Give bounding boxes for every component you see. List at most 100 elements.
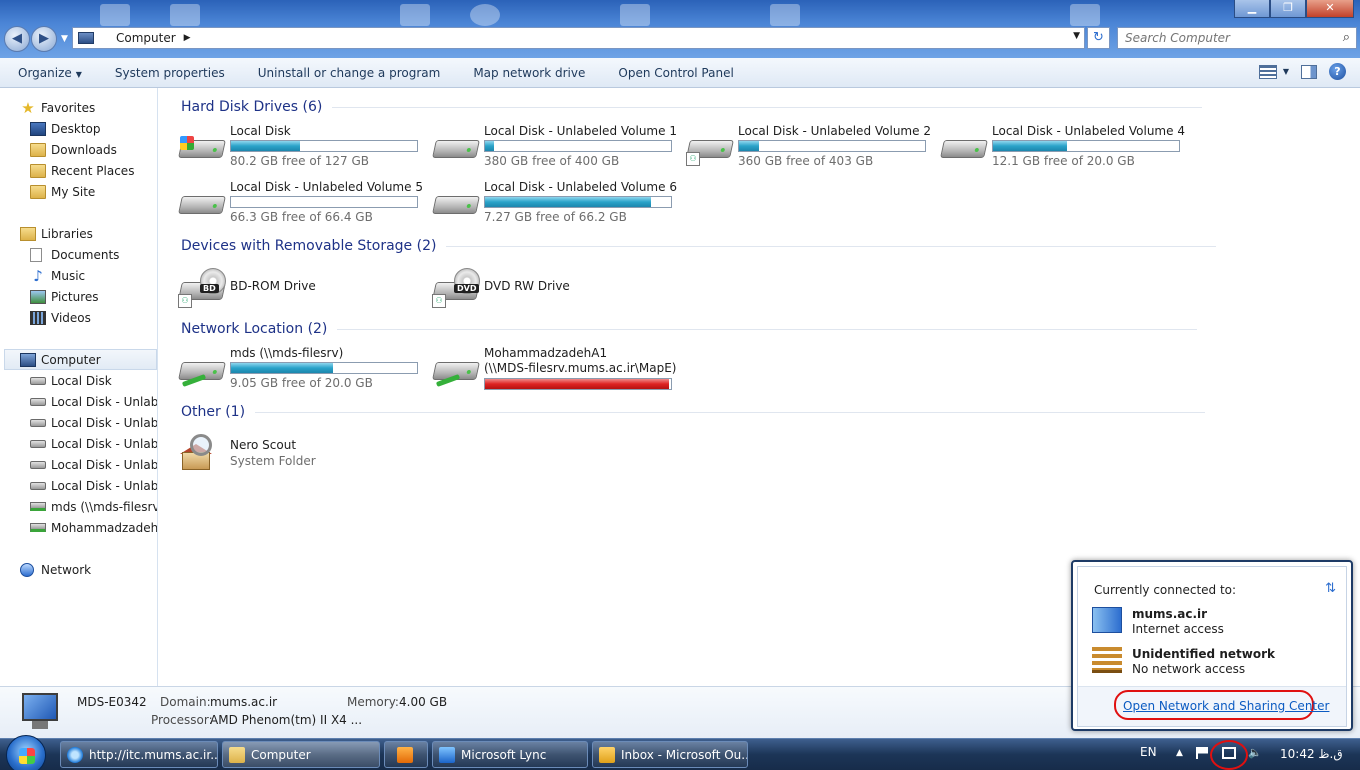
system-properties-button[interactable]: System properties bbox=[97, 66, 240, 80]
change-view-icon[interactable] bbox=[1258, 64, 1277, 79]
organize-button[interactable]: Organize ▼ bbox=[0, 66, 97, 80]
sidebar-item-drive[interactable]: Local Disk - Unlabeled bbox=[30, 412, 157, 433]
clock[interactable]: 10:42 ق.ظ bbox=[1280, 747, 1343, 761]
drive-tile[interactable]: Local Disk - Unlabeled Volume 5 66.3 GB … bbox=[178, 180, 423, 230]
network-flyout: Currently connected to: ⇅ mums.ac.ir Int… bbox=[1071, 560, 1353, 731]
windows-logo-icon bbox=[180, 136, 194, 150]
computer-icon bbox=[78, 32, 94, 44]
map-network-drive-button[interactable]: Map network drive bbox=[455, 66, 600, 80]
close-button[interactable]: ✕ bbox=[1306, 0, 1354, 18]
taskbar-item-outlook[interactable]: Inbox - Microsoft Ou... bbox=[592, 741, 748, 768]
drive-tile[interactable]: ⚇ Local Disk - Unlabeled Volume 2 360 GB… bbox=[686, 124, 931, 174]
drive-free-space: 360 GB free of 403 GB bbox=[738, 154, 874, 168]
sidebar-item-label: Network bbox=[41, 562, 92, 577]
back-button[interactable]: ◀ bbox=[4, 26, 30, 52]
sidebar-item-desktop[interactable]: Desktop bbox=[30, 118, 101, 139]
internet-explorer-icon bbox=[67, 746, 83, 763]
restore-button[interactable]: ❐ bbox=[1270, 0, 1306, 18]
action-center-flag-icon[interactable] bbox=[1196, 747, 1208, 759]
desktop-icon-behind bbox=[470, 4, 500, 26]
sidebar-item-computer[interactable]: Computer bbox=[4, 349, 157, 370]
optical-drive-tile[interactable]: BD ⚇ BD-ROM Drive bbox=[178, 266, 423, 316]
optical-drive-tile[interactable]: DVD ⚇ DVD RW Drive bbox=[432, 266, 677, 316]
sidebar-item-pictures[interactable]: Pictures bbox=[30, 286, 99, 307]
sidebar-item-network[interactable]: Network bbox=[20, 559, 91, 580]
sidebar-item-label: Pictures bbox=[51, 289, 99, 304]
window-controls: ▁ ❐ ✕ bbox=[1234, 0, 1354, 18]
sidebar-item-videos[interactable]: Videos bbox=[30, 307, 91, 328]
sidebar-item-label: Local Disk - Unlabeled bbox=[51, 394, 158, 409]
drive-tile[interactable]: Local Disk 80.2 GB free of 127 GB bbox=[178, 124, 423, 174]
sidebar-item-drive[interactable]: Local Disk bbox=[30, 370, 112, 391]
preview-pane-icon[interactable] bbox=[1301, 64, 1317, 79]
open-control-panel-button[interactable]: Open Control Panel bbox=[600, 66, 748, 80]
sidebar-item-music[interactable]: ♪ Music bbox=[30, 265, 85, 286]
usage-fill bbox=[993, 141, 1068, 151]
drive-tile[interactable]: Local Disk - Unlabeled Volume 1 380 GB f… bbox=[432, 124, 677, 174]
open-network-sharing-center-link[interactable]: Open Network and Sharing Center bbox=[1123, 699, 1329, 713]
refresh-network-icon[interactable]: ⇅ bbox=[1325, 581, 1336, 596]
group-header-hard-disk-drives[interactable]: Hard Disk Drives (6) bbox=[181, 97, 1203, 117]
group-title: Other (1) bbox=[181, 404, 246, 420]
hard-drive-icon bbox=[30, 481, 46, 490]
taskbar-item-lync[interactable]: Microsoft Lync bbox=[432, 741, 588, 768]
sidebar-item-drive[interactable]: Local Disk - Unlabeled bbox=[30, 475, 157, 496]
system-folder-tile[interactable]: Nero Scout System Folder bbox=[178, 430, 423, 480]
start-button[interactable] bbox=[6, 735, 46, 770]
drive-tile[interactable]: Local Disk - Unlabeled Volume 4 12.1 GB … bbox=[940, 124, 1185, 174]
drive-name: DVD RW Drive bbox=[484, 279, 570, 293]
drive-tile[interactable]: Local Disk - Unlabeled Volume 6 7.27 GB … bbox=[432, 180, 677, 230]
media-player-icon bbox=[397, 746, 413, 763]
volume-icon[interactable]: 🔈 bbox=[1248, 746, 1262, 759]
sidebar-item-network-drive[interactable]: MohammadzadehA1 bbox=[30, 517, 157, 538]
sidebar-item-libraries[interactable]: Libraries bbox=[20, 223, 93, 244]
drive-usage-bar bbox=[230, 196, 418, 208]
recent-pages-dropdown[interactable]: ▼ bbox=[61, 34, 68, 44]
recent-places-icon bbox=[30, 163, 46, 178]
network-drive-tile[interactable]: mds (\\mds-filesrv) 9.05 GB free of 20.0… bbox=[178, 346, 423, 396]
taskbar-item-media-player[interactable] bbox=[384, 741, 428, 768]
sidebar-item-drive[interactable]: Local Disk - Unlabeled bbox=[30, 391, 158, 412]
sidebar-item-favorites[interactable]: ★ Favorites bbox=[20, 97, 95, 118]
breadcrumb-chevron-icon[interactable]: ▶ bbox=[184, 33, 191, 43]
minimize-button[interactable]: ▁ bbox=[1234, 0, 1270, 18]
sidebar-item-network-drive[interactable]: mds (\\mds-filesrv) bbox=[30, 496, 157, 517]
computer-name: MDS-E0342 bbox=[77, 695, 147, 709]
outlook-icon bbox=[599, 746, 615, 763]
view-options-chevron-icon[interactable]: ▼ bbox=[1283, 67, 1289, 76]
refresh-icon[interactable]: ↻ bbox=[1087, 27, 1110, 49]
computer-monitor-icon bbox=[18, 691, 62, 731]
drive-usage-bar bbox=[992, 140, 1180, 152]
drive-usage-bar bbox=[738, 140, 926, 152]
search-icon[interactable]: ⌕ bbox=[1343, 30, 1350, 45]
taskbar: http://itc.mums.ac.ir... Computer Micros… bbox=[0, 735, 1360, 770]
search-input[interactable] bbox=[1125, 28, 1335, 48]
search-box[interactable]: ⌕ bbox=[1117, 27, 1357, 49]
taskbar-item-computer[interactable]: Computer bbox=[222, 741, 380, 768]
help-icon[interactable]: ? bbox=[1329, 63, 1346, 80]
network-globe-icon bbox=[20, 562, 34, 577]
sidebar-item-drive[interactable]: Local Disk - Unlabeled bbox=[30, 454, 157, 475]
language-indicator[interactable]: EN bbox=[1140, 745, 1157, 759]
sidebar-item-downloads[interactable]: Downloads bbox=[30, 139, 117, 160]
group-header-network-location[interactable]: Network Location (2) bbox=[181, 319, 1198, 339]
hard-drive-icon bbox=[178, 186, 226, 220]
address-dropdown-icon[interactable]: ▼ bbox=[1073, 31, 1080, 41]
uninstall-program-button[interactable]: Uninstall or change a program bbox=[240, 66, 456, 80]
sidebar-item-my-site[interactable]: My Site bbox=[30, 181, 95, 202]
forward-button[interactable]: ▶ bbox=[31, 26, 57, 52]
sidebar-item-documents[interactable]: Documents bbox=[30, 244, 119, 265]
desktop-icon-behind bbox=[1070, 4, 1100, 26]
sidebar-item-recent-places[interactable]: Recent Places bbox=[30, 160, 134, 181]
breadcrumb-computer[interactable]: Computer bbox=[116, 31, 176, 45]
folder-type: System Folder bbox=[230, 454, 316, 468]
address-bar[interactable]: Computer ▶ ▼ bbox=[72, 27, 1085, 49]
network-drive-tile[interactable]: MohammadzadehA1 (\\MDS-filesrv.mums.ac.i… bbox=[432, 346, 677, 404]
organize-label: Organize bbox=[18, 65, 72, 80]
group-header-removable-storage[interactable]: Devices with Removable Storage (2) bbox=[181, 236, 1217, 256]
show-hidden-icons-icon[interactable]: ▲ bbox=[1176, 748, 1183, 758]
taskbar-item-internet-explorer[interactable]: http://itc.mums.ac.ir... bbox=[60, 741, 218, 768]
lync-icon bbox=[439, 746, 455, 763]
group-header-other[interactable]: Other (1) bbox=[181, 402, 1206, 422]
sidebar-item-drive[interactable]: Local Disk - Unlabeled bbox=[30, 433, 157, 454]
